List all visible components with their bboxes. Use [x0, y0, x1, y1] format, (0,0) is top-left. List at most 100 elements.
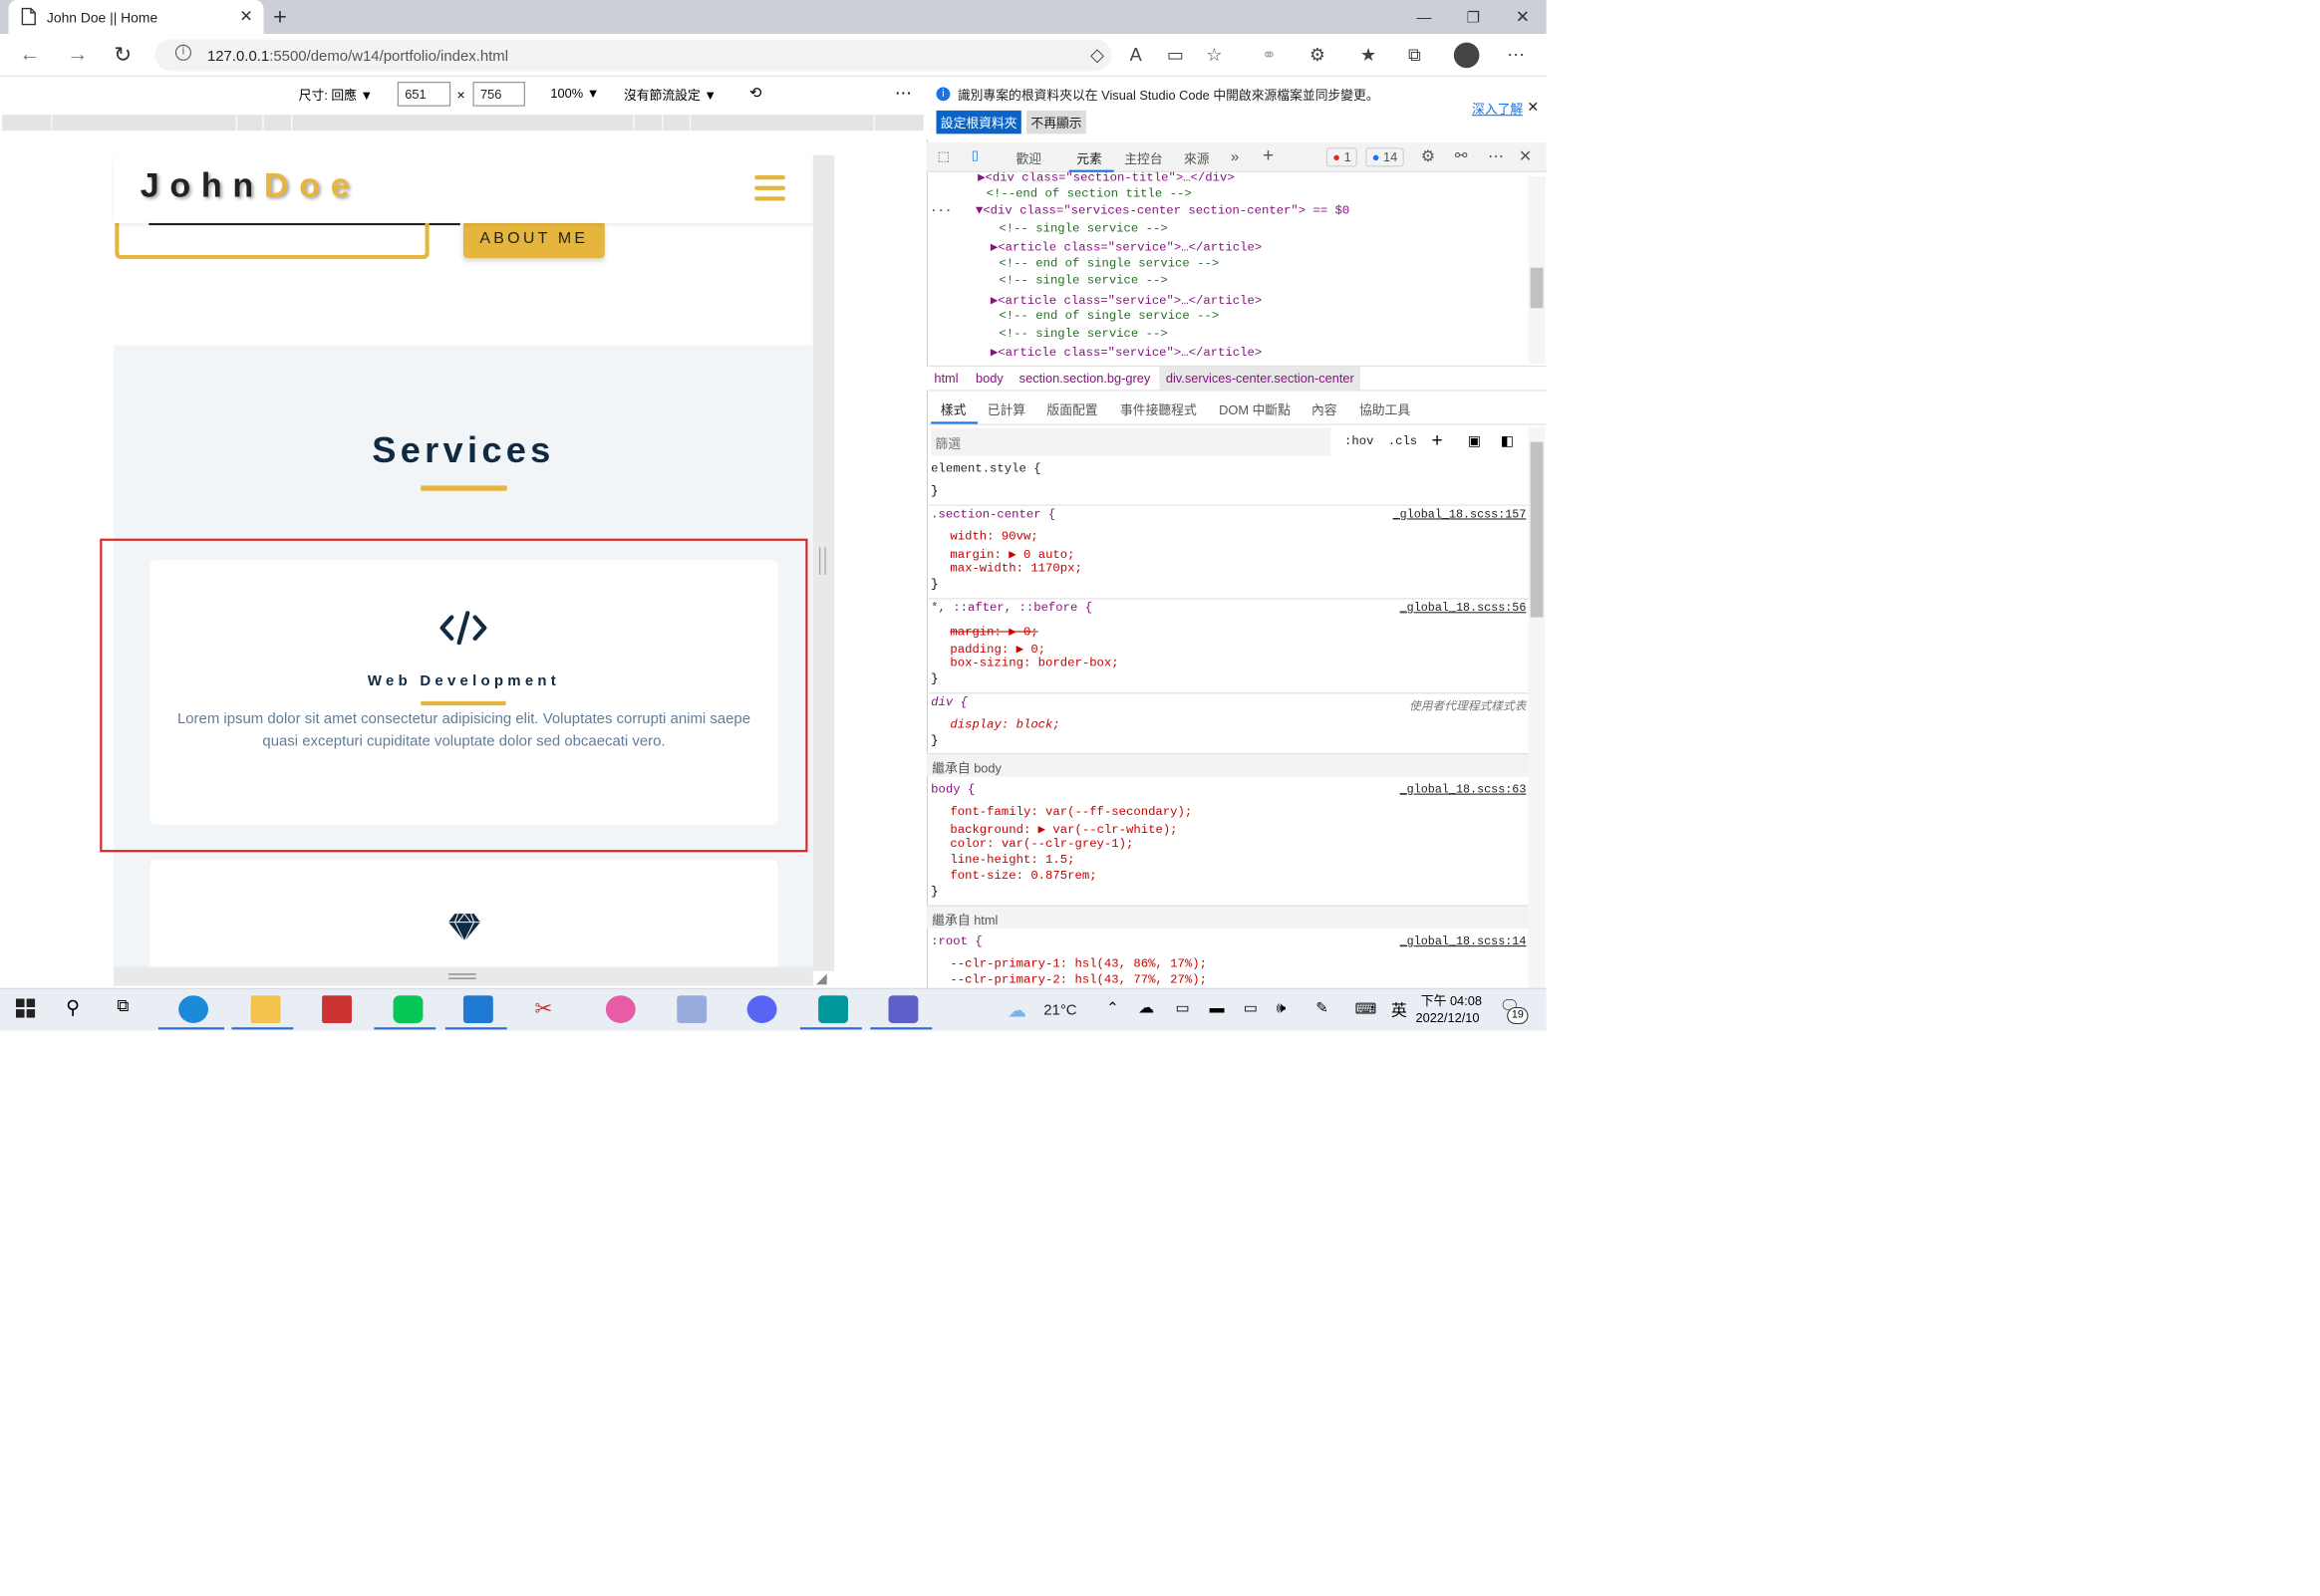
volume-icon[interactable]: 🕪 [1277, 998, 1286, 1016]
tab-computed[interactable]: 已計算 [988, 400, 1025, 418]
snipping-tool-icon[interactable]: ✂ [534, 995, 564, 1023]
throttle-select[interactable]: 沒有節流設定 ▼ [624, 86, 717, 104]
css-property[interactable]: width: 90vw; [950, 530, 1037, 544]
pen-icon[interactable]: ✎ [1315, 998, 1328, 1016]
dom-line[interactable]: ▶<article class="service">…</article> [991, 239, 1262, 255]
maximize-icon[interactable]: ❐ [1467, 9, 1480, 27]
paint-icon[interactable]: ▣ [1468, 432, 1481, 449]
edge-icon[interactable] [178, 995, 209, 1023]
dom-line[interactable]: ▶<article class="service">…</article> [991, 345, 1262, 361]
dom-line[interactable]: <!-- single service --> [999, 274, 1167, 288]
set-root-button[interactable]: 設定根資料夾 [936, 110, 1021, 134]
tab-welcome[interactable]: 歡迎 [1015, 149, 1041, 167]
css-property[interactable]: color: var(--clr-grey-1); [950, 837, 1133, 851]
css-property[interactable]: max-width: 1170px; [950, 562, 1081, 576]
rule-selector[interactable]: :root { [931, 934, 983, 948]
site-info-icon[interactable]: i [174, 44, 191, 61]
extension-icon[interactable]: ⚭ [1262, 45, 1277, 66]
read-aloud-icon[interactable]: A [1130, 45, 1142, 66]
collections-icon[interactable]: ⧉ [1408, 45, 1421, 66]
clock-time[interactable]: 下午 04:08 [1421, 991, 1482, 1009]
weather-icon[interactable]: ☁ [1008, 999, 1026, 1021]
css-property[interactable]: font-size: 0.875rem; [950, 869, 1096, 883]
filter-input[interactable]: 篩選 [931, 427, 1331, 456]
close-info-icon[interactable]: ✕ [1527, 99, 1539, 116]
styles-scrollbar-thumb[interactable] [1530, 441, 1544, 618]
immersive-reader-icon[interactable]: ▭ [1167, 45, 1184, 66]
meet-icon[interactable]: ▭ [1175, 998, 1189, 1016]
zoom-select[interactable]: 100% ▼ [550, 86, 599, 101]
dont-show-button[interactable]: 不再顯示 [1026, 110, 1086, 134]
css-property[interactable]: background: ▶ var(--clr-white); [950, 821, 1177, 837]
new-tab-button[interactable]: + [273, 3, 287, 31]
reload-icon[interactable]: ↻ [114, 42, 132, 69]
tab-sources[interactable]: 來源 [1184, 149, 1210, 167]
dom-line[interactable]: <!-- single service --> [999, 222, 1167, 236]
rule-selector[interactable]: body { [931, 783, 975, 797]
dom-line[interactable]: ▶<div class="section-title">…</div> [978, 172, 1235, 185]
add-favorite-icon[interactable]: ☆ [1206, 45, 1222, 66]
new-rule-icon[interactable]: + [1431, 429, 1442, 451]
cls-button[interactable]: .cls [1388, 434, 1417, 448]
tab-accessibility[interactable]: 協助工具 [1359, 400, 1410, 418]
more-tabs-icon[interactable]: » [1231, 147, 1239, 164]
tab-styles[interactable]: 樣式 [941, 400, 967, 418]
weather-temp[interactable]: 21°C [1043, 1001, 1076, 1018]
css-property[interactable]: --clr-primary-2: hsl(43, 77%, 27%); [950, 973, 1207, 987]
error-badge[interactable]: ● 1 [1325, 147, 1358, 167]
rule-selector[interactable]: div { [931, 695, 968, 709]
app-icon[interactable] [677, 995, 708, 1023]
sidebar-toggle-icon[interactable]: ◧ [1501, 432, 1514, 449]
app-icon[interactable] [322, 995, 352, 1023]
arduino-icon[interactable] [818, 995, 848, 1023]
search-icon[interactable]: ⚲ [66, 996, 80, 1018]
close-window-icon[interactable]: ✕ [1516, 6, 1530, 27]
browser-tab[interactable]: John Doe || Home ✕ [8, 0, 264, 35]
inspect-icon[interactable]: ⬚ [938, 148, 950, 163]
tab-layout[interactable]: 版面配置 [1046, 400, 1097, 418]
css-property[interactable]: line-height: 1.5; [950, 853, 1074, 867]
breadcrumb-item[interactable]: body [976, 371, 1004, 386]
file-explorer-icon[interactable] [250, 995, 281, 1023]
ime-indicator[interactable]: 英 [1391, 998, 1407, 1020]
keyboard-icon[interactable]: ⌨ [1355, 999, 1377, 1017]
rotate-icon[interactable]: ⟲ [749, 84, 762, 102]
more-menu-icon[interactable]: ⋯ [1507, 45, 1525, 66]
breadcrumb-item[interactable]: section.section.bg-grey [1019, 371, 1151, 386]
learn-more-link[interactable]: 深入了解 [1472, 100, 1523, 118]
height-input[interactable]: 756 [472, 82, 525, 107]
add-tab-icon[interactable]: + [1263, 144, 1274, 166]
extensions-icon[interactable]: ⚙ [1309, 45, 1325, 66]
about-me-button[interactable]: ABOUT ME [462, 220, 605, 259]
dom-line[interactable]: ▶<article class="service">…</article> [991, 292, 1262, 308]
dimensions-select[interactable]: 尺寸: 回應 ▼ [299, 86, 374, 104]
css-property[interactable]: display: block; [950, 718, 1059, 732]
css-property[interactable]: font-family: var(--ff-secondary); [950, 805, 1192, 819]
device-mode-icon[interactable]: ▯ [972, 147, 979, 162]
css-property[interactable]: --clr-primary-1: hsl(43, 86%, 17%); [950, 957, 1207, 971]
rule-source-link[interactable]: _global_18.scss:63 [1400, 784, 1527, 797]
css-property[interactable]: margin: ▶ 0 auto; [950, 546, 1074, 562]
favorites-icon[interactable]: ★ [1360, 45, 1376, 66]
onedrive-icon[interactable]: ☁ [1138, 997, 1154, 1016]
settings-gear-icon[interactable]: ⚙ [1421, 146, 1435, 165]
issue-badge[interactable]: ● 14 [1365, 147, 1404, 167]
hov-button[interactable]: :hov [1344, 434, 1373, 448]
minimize-icon[interactable]: — [1417, 9, 1432, 26]
rule-selector[interactable]: *, ::after, ::before { [931, 602, 1092, 616]
paint-app-icon[interactable] [605, 995, 636, 1023]
clock-date[interactable]: 2022/12/10 [1415, 1010, 1479, 1025]
tray-expand-icon[interactable]: ⌃ [1106, 998, 1119, 1016]
battery-icon[interactable]: ▬ [1210, 998, 1225, 1015]
connect-icon[interactable]: ⚯ [1455, 146, 1468, 164]
forward-icon[interactable]: → [67, 43, 88, 68]
windows-start-icon[interactable] [15, 998, 36, 1018]
rule-source-link[interactable]: _global_18.scss:157 [1393, 509, 1527, 522]
teams-icon[interactable] [888, 995, 919, 1023]
corner-resize-icon[interactable]: ◢ [816, 970, 827, 987]
tag-icon[interactable]: ◇ [1090, 45, 1104, 66]
tab-dom-breakpoints[interactable]: DOM 中斷點 [1219, 400, 1291, 418]
discord-icon[interactable] [746, 995, 777, 1023]
media-query-ruler[interactable] [2, 115, 924, 132]
rule-selector[interactable]: .section-center { [931, 508, 1055, 522]
